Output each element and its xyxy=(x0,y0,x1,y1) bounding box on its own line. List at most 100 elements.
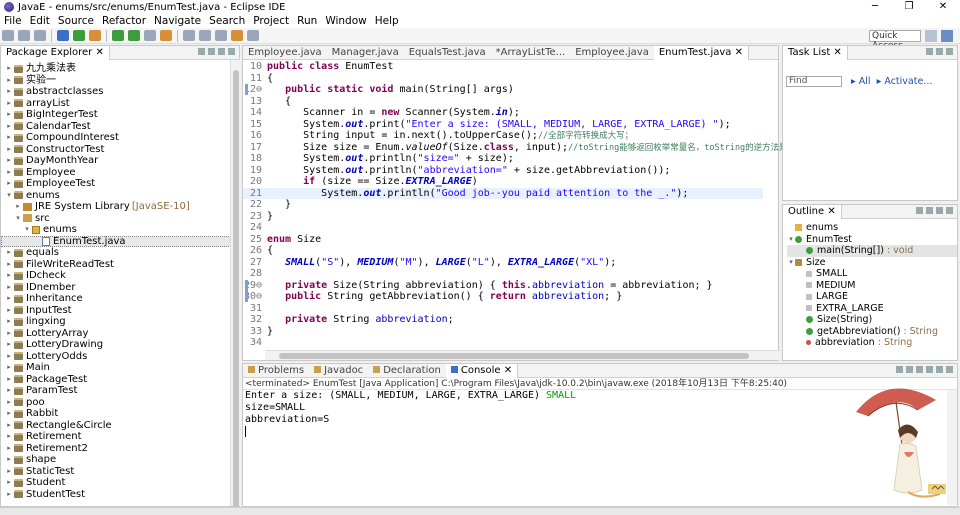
menu-item-search[interactable]: Search xyxy=(205,15,249,27)
activate-task-link[interactable]: ▸ Activate... xyxy=(877,76,933,87)
scrollbar-thumb[interactable] xyxy=(233,70,239,510)
tree-item[interactable]: ▸ FileWriteReadTest xyxy=(1,259,239,271)
tree-item[interactable]: ▾ src xyxy=(1,213,239,225)
tree-item[interactable]: ▸ DayMonthYear xyxy=(1,155,239,167)
tab-package-explorer[interactable]: Package Explorer ✕ xyxy=(1,45,110,60)
chevron-right-icon[interactable]: ▸ xyxy=(5,282,13,294)
editor-tab[interactable]: *ArrayListTe... xyxy=(491,46,571,60)
chevron-right-icon[interactable]: ▸ xyxy=(5,98,13,110)
previous-annotation-icon[interactable] xyxy=(215,30,227,41)
chevron-right-icon[interactable]: ▸ xyxy=(5,477,13,489)
chevron-right-icon[interactable]: ▸ xyxy=(5,178,13,190)
tree-item[interactable]: ▸ arrayList xyxy=(1,98,239,110)
run-icon[interactable] xyxy=(73,30,85,41)
tab-javadoc[interactable]: Javadoc xyxy=(309,364,368,378)
chevron-right-icon[interactable]: ▸ xyxy=(5,489,13,501)
chevron-right-icon[interactable]: ▸ xyxy=(5,397,13,409)
tab-problems[interactable]: Problems xyxy=(243,364,309,378)
chevron-right-icon[interactable]: ▸ xyxy=(5,270,13,282)
new-icon[interactable] xyxy=(2,30,14,41)
collapse-all-icon[interactable] xyxy=(198,48,205,55)
tree-item[interactable]: ▸ PackageTest xyxy=(1,374,239,386)
chevron-right-icon[interactable]: ▸ xyxy=(5,408,13,420)
chevron-right-icon[interactable]: ▸ xyxy=(5,339,13,351)
menu-item-run[interactable]: Run xyxy=(293,15,321,27)
tree-item[interactable]: ▸ ParamTest xyxy=(1,385,239,397)
new-java-package-icon[interactable] xyxy=(112,30,124,41)
open-type-icon[interactable] xyxy=(144,30,156,41)
tree-item[interactable]: ▸ IDcheck xyxy=(1,270,239,282)
outline-item[interactable]: ▾ Size xyxy=(787,257,957,269)
tree-item[interactable]: ▸ Rectangle&Circle xyxy=(1,420,239,432)
editor-tab[interactable]: EnumTest.java ✕ xyxy=(653,45,749,60)
maximize-button[interactable]: ❐ xyxy=(892,0,926,14)
print-icon[interactable] xyxy=(34,30,46,41)
task-find-input[interactable]: Find xyxy=(786,76,842,87)
tab-task-list[interactable]: Task List ✕ xyxy=(783,45,848,60)
tree-item[interactable]: ▸ EmployeeTest xyxy=(1,178,239,190)
outline-item[interactable]: main(String[]): void xyxy=(787,245,957,257)
chevron-right-icon[interactable]: ▸ xyxy=(5,86,13,98)
chevron-right-icon[interactable]: ▸ xyxy=(5,144,13,156)
minimize-button[interactable]: ─ xyxy=(858,0,892,14)
chevron-right-icon[interactable]: ▸ xyxy=(5,75,13,87)
menu-item-edit[interactable]: Edit xyxy=(26,15,54,27)
debug-icon[interactable] xyxy=(57,30,69,41)
back-icon[interactable] xyxy=(231,30,243,41)
menu-item-refactor[interactable]: Refactor xyxy=(98,15,150,27)
chevron-right-icon[interactable]: ▸ xyxy=(5,293,13,305)
chevron-right-icon[interactable]: ▸ xyxy=(5,121,13,133)
minimize-view-icon[interactable] xyxy=(946,48,953,55)
chevron-right-icon[interactable]: ▸ xyxy=(5,362,13,374)
external-tools-icon[interactable] xyxy=(89,30,101,41)
minimize-view-icon[interactable] xyxy=(228,48,235,55)
forward-icon[interactable] xyxy=(247,30,259,41)
tree-item[interactable]: ▸ IDnember xyxy=(1,282,239,294)
tree-item[interactable]: ▸ LotteryOdds xyxy=(1,351,239,363)
all-tasks-link[interactable]: ▸ All xyxy=(851,76,871,87)
editor-tab[interactable]: Manager.java xyxy=(327,46,404,60)
chevron-right-icon[interactable]: ▸ xyxy=(5,431,13,443)
chevron-right-icon[interactable]: ▸ xyxy=(5,443,13,455)
java-perspective-icon[interactable] xyxy=(941,30,953,42)
chevron-right-icon[interactable]: ▸ xyxy=(5,374,13,386)
outline-item[interactable]: ▾ EnumTest xyxy=(787,234,957,246)
quick-access-input[interactable]: Quick Access xyxy=(869,30,921,51)
tree-item[interactable]: ▸ CalendarTest xyxy=(1,121,239,133)
chevron-right-icon[interactable]: ▸ xyxy=(5,167,13,179)
tree-item[interactable]: ▸ 九九乘法表 xyxy=(1,63,239,75)
tree-item[interactable]: ▸ Main xyxy=(1,362,239,374)
save-icon[interactable] xyxy=(18,30,30,41)
chevron-down-icon[interactable]: ▾ xyxy=(787,234,795,246)
chevron-right-icon[interactable]: ▸ xyxy=(5,247,13,259)
chevron-down-icon[interactable]: ▾ xyxy=(23,224,31,236)
tree-item[interactable]: ▸ 实验一 xyxy=(1,75,239,87)
chevron-right-icon[interactable]: ▸ xyxy=(14,201,22,213)
chevron-right-icon[interactable]: ▸ xyxy=(5,305,13,317)
package-explorer-scrollbar[interactable] xyxy=(230,60,240,510)
hide-static-icon[interactable] xyxy=(936,207,943,214)
tree-item[interactable]: ▸ Rabbit xyxy=(1,408,239,420)
tree-item[interactable]: ▸ BigIntegerTest xyxy=(1,109,239,121)
chevron-right-icon[interactable]: ▸ xyxy=(5,63,13,75)
link-with-editor-icon[interactable] xyxy=(208,48,215,55)
chevron-right-icon[interactable]: ▸ xyxy=(5,454,13,466)
outline-item[interactable]: Size(String) xyxy=(787,314,957,326)
chevron-down-icon[interactable]: ▾ xyxy=(5,190,13,202)
tree-item[interactable]: ▸ CompoundInterest xyxy=(1,132,239,144)
tree-item[interactable]: ▸ Retirement xyxy=(1,431,239,443)
tree-item[interactable]: ▸ Inheritance xyxy=(1,293,239,305)
chevron-right-icon[interactable]: ▸ xyxy=(5,132,13,144)
chevron-right-icon[interactable]: ▸ xyxy=(5,259,13,271)
chevron-right-icon[interactable]: ▸ xyxy=(5,328,13,340)
editor-tab[interactable]: Employee.java xyxy=(243,46,327,60)
tree-item[interactable]: EnumTest.java xyxy=(1,235,239,247)
view-menu-icon[interactable] xyxy=(218,48,225,55)
close-icon[interactable]: ✕ xyxy=(731,47,743,58)
next-annotation-icon[interactable] xyxy=(199,30,211,41)
tree-item[interactable]: ▸ equals xyxy=(1,247,239,259)
toggle-mark-icon[interactable] xyxy=(183,30,195,41)
sort-icon[interactable] xyxy=(916,207,923,214)
tree-item[interactable]: ▾ enums xyxy=(1,190,239,202)
chevron-right-icon[interactable]: ▸ xyxy=(5,316,13,328)
